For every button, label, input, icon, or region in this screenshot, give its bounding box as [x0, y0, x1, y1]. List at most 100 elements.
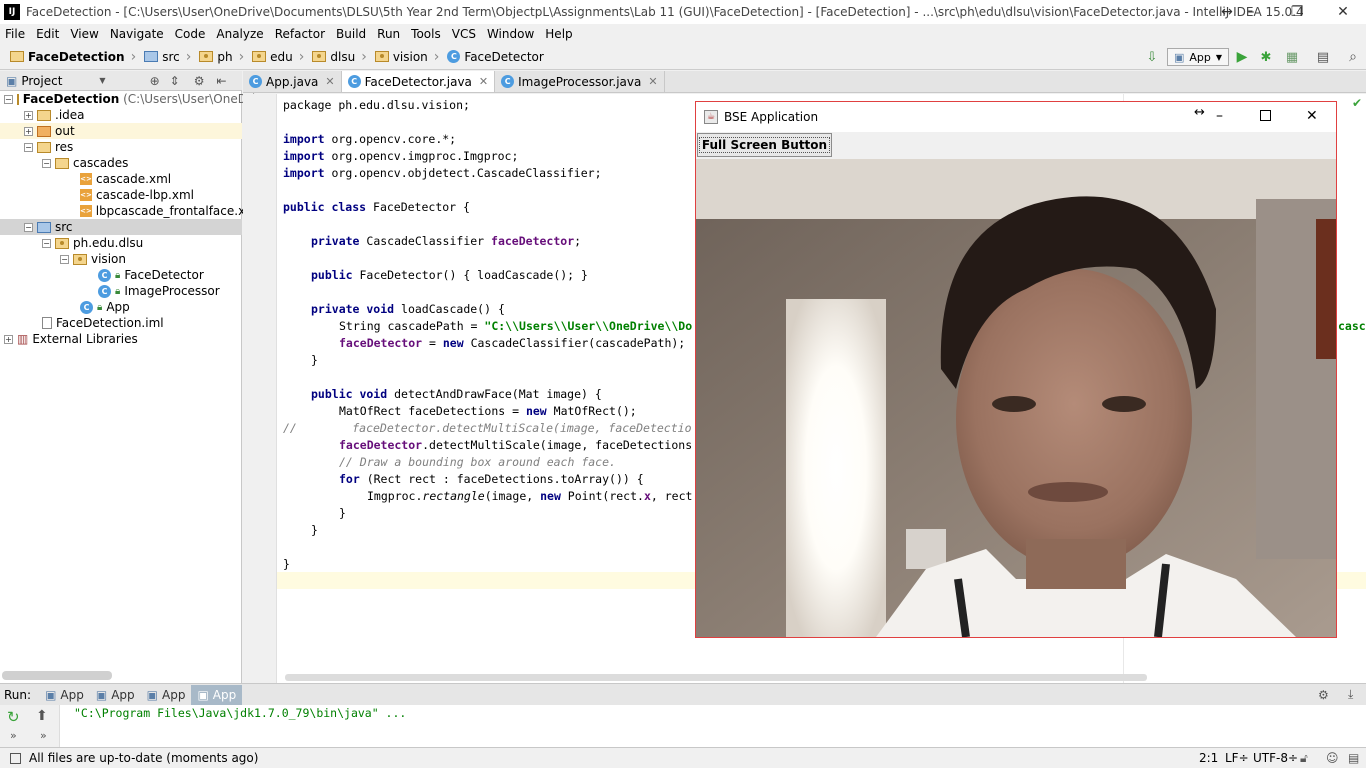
line-separator[interactable]: LF÷ [1225, 751, 1249, 765]
tree-item-facedetector[interactable]: C 🔒︎ FaceDetector [0, 267, 242, 283]
run-icon[interactable]: ▶ [1234, 48, 1250, 66]
gear-icon[interactable]: ⚙ [1318, 688, 1329, 702]
breadcrumb-item-ph[interactable]: ph › [199, 49, 248, 65]
breadcrumb-item-dlsu[interactable]: dlsu › [312, 49, 370, 65]
tab-facedetector-java[interactable]: C FaceDetector.java ✕ [341, 71, 496, 92]
scroll-from-source-icon[interactable]: ⊕ [150, 74, 160, 88]
tree-item-cascade-xml[interactable]: <> cascade.xml [0, 171, 242, 187]
restore-button[interactable]: ❐ [1274, 0, 1320, 24]
run-config-dropdown[interactable]: ▣ App ▼ [1167, 48, 1229, 66]
file-encoding[interactable]: UTF-8÷ [1253, 751, 1298, 765]
chevron-down-icon[interactable]: ▼ [99, 76, 105, 85]
close-icon[interactable]: ✕ [325, 75, 334, 88]
expand-icon[interactable]: + [24, 110, 33, 120]
run-tab-app[interactable]: ▣ App [39, 685, 90, 705]
project-view-label[interactable]: Project [21, 74, 62, 88]
collapse-icon[interactable]: − [24, 222, 33, 232]
class-icon: C [249, 75, 262, 88]
expand-icon[interactable]: + [24, 126, 33, 136]
maximize-button[interactable] [1260, 110, 1271, 121]
tab-imageprocessor-java[interactable]: C ImageProcessor.java ✕ [495, 71, 665, 92]
tab-app-java[interactable]: C App.java ✕ [243, 71, 342, 92]
collapse-icon[interactable]: − [24, 142, 33, 152]
hide-panel-icon[interactable]: ⤓ [1348, 687, 1353, 702]
debug-icon[interactable]: ✱ [1257, 48, 1275, 66]
expand-icon[interactable]: + [4, 334, 13, 344]
search-icon[interactable]: ⌕ [1344, 48, 1362, 66]
menu-view[interactable]: View [65, 27, 104, 41]
breadcrumb-item-facedetector[interactable]: C FaceDetector [447, 50, 544, 64]
close-button[interactable]: ✕ [1320, 0, 1366, 24]
close-button[interactable]: ✕ [1306, 108, 1318, 124]
tree-item-external-libraries[interactable]: + ▥ External Libraries [0, 331, 242, 347]
tool-windows-icon[interactable] [10, 752, 21, 764]
editor-horizontal-scrollbar[interactable] [285, 674, 1147, 681]
menu-code[interactable]: Code [170, 27, 212, 41]
tree-item-out[interactable]: + out [0, 123, 242, 139]
menu-refactor[interactable]: Refactor [270, 27, 331, 41]
coverage-icon[interactable]: ▦ [1283, 48, 1301, 66]
xml-file-icon: <> [80, 205, 92, 217]
minimize-button[interactable]: – [1216, 108, 1223, 124]
tree-item-imageprocessor[interactable]: C 🔒︎ ImageProcessor [0, 283, 242, 299]
event-log-icon[interactable]: ▤ [1348, 751, 1359, 765]
run-tab-app-active[interactable]: ▣ App [191, 684, 243, 705]
breadcrumb-item-vision[interactable]: vision › [374, 49, 444, 65]
tree-item-src[interactable]: − src [0, 219, 242, 235]
menu-file[interactable]: File [0, 27, 31, 41]
code-line: } [283, 557, 290, 571]
menu-edit[interactable]: Edit [31, 27, 65, 41]
menu-tools[interactable]: Tools [406, 27, 447, 41]
collapse-icon[interactable]: − [4, 94, 13, 104]
collapse-icon[interactable]: − [42, 158, 51, 168]
expand-icon[interactable]: » [40, 729, 47, 742]
inspector-icon[interactable]: ☺ [1326, 751, 1339, 765]
close-icon[interactable]: ✕ [648, 75, 657, 88]
tree-item-cascade-lbp-xml[interactable]: <> cascade-lbp.xml [0, 187, 242, 203]
make-project-icon[interactable]: ⇩ [1143, 48, 1161, 66]
menu-help[interactable]: Help [540, 27, 578, 41]
hide-panel-icon[interactable]: ⇤ [216, 74, 226, 88]
full-screen-button[interactable]: Full Screen Button [697, 133, 832, 157]
breadcrumb-item-src[interactable]: src › [144, 49, 195, 65]
expand-icon[interactable]: » [10, 729, 17, 742]
package-icon [252, 51, 267, 62]
minimize-button[interactable]: – [1228, 0, 1274, 24]
tree-item-app[interactable]: C 🔒︎ App [0, 299, 242, 315]
project-panel-scrollbar[interactable] [2, 671, 112, 680]
breadcrumb-item-edu[interactable]: edu › [252, 49, 308, 65]
tree-item-ph-edu-dlsu[interactable]: − ph.edu.dlsu [0, 235, 242, 251]
source-folder-icon [37, 221, 51, 233]
menu-vcs[interactable]: VCS [447, 27, 482, 41]
run-tab-app[interactable]: ▣ App [141, 685, 192, 705]
tree-item-res[interactable]: − res [0, 139, 242, 155]
caret-position[interactable]: 2:1 [1199, 751, 1218, 765]
breadcrumb-item-facedetection[interactable]: FaceDetection › [10, 49, 140, 65]
check-icon: ✔ [1352, 96, 1363, 110]
rerun-icon[interactable]: ↻ [7, 708, 20, 726]
tree-item-idea[interactable]: + .idea [0, 107, 242, 123]
tree-item-cascades[interactable]: − cascades [0, 155, 242, 171]
menu-build[interactable]: Build [331, 27, 372, 41]
menu-window[interactable]: Window [482, 27, 540, 41]
menu-navigate[interactable]: Navigate [105, 27, 170, 41]
up-arrow-icon[interactable]: ⬆ [36, 708, 48, 724]
tree-item-vision[interactable]: − vision [0, 251, 242, 267]
tree-item-label: External Libraries [32, 332, 138, 346]
code-line: // Draw a bounding box around each face. [339, 455, 616, 469]
excluded-folder-icon [37, 125, 51, 137]
code-line: } [339, 506, 346, 520]
menu-run[interactable]: Run [372, 27, 406, 41]
tree-item-iml[interactable]: FaceDetection.iml [0, 315, 242, 331]
tree-item-lbpcascade-xml[interactable]: <> lbpcascade_frontalface.xml [0, 203, 260, 219]
gear-icon[interactable]: ⚙ [194, 74, 205, 88]
collapse-icon[interactable]: − [42, 238, 51, 248]
menu-analyze[interactable]: Analyze [211, 27, 269, 41]
project-structure-icon[interactable]: ▤ [1314, 48, 1332, 66]
run-tab-app[interactable]: ▣ App [90, 685, 141, 705]
collapse-all-icon[interactable]: ⇕ [170, 74, 180, 88]
tree-item-facedetection[interactable]: − FaceDetection (C:\Users\User\OneDrive [0, 91, 270, 107]
collapse-icon[interactable]: − [60, 254, 69, 264]
lock-icon[interactable]: 🔓︎ [1300, 751, 1308, 766]
close-icon[interactable]: ✕ [479, 75, 488, 88]
